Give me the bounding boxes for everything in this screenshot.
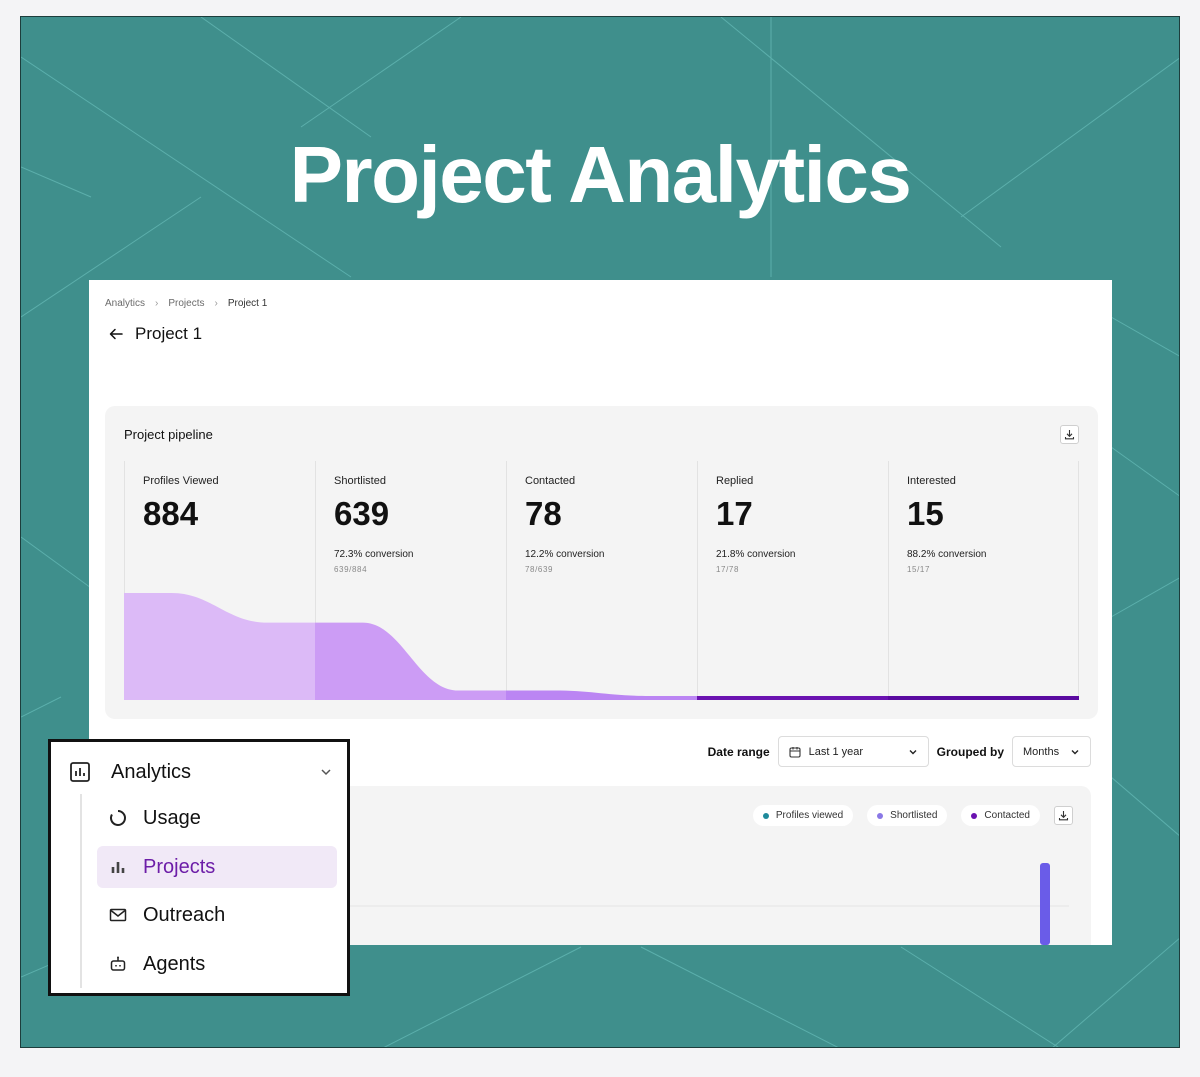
agents-icon bbox=[109, 955, 127, 973]
chart-bar bbox=[1040, 863, 1050, 945]
pipeline-panel: Project pipeline Profiles Viewed 884 Sho… bbox=[105, 406, 1098, 719]
breadcrumb-analytics[interactable]: Analytics bbox=[105, 298, 145, 309]
stage-label: Profiles Viewed bbox=[143, 475, 219, 487]
chevron-down-icon bbox=[908, 747, 918, 757]
chart-legend: Profiles viewed Shortlisted Contacted bbox=[752, 805, 1073, 826]
grouped-by-label: Grouped by bbox=[936, 744, 1004, 759]
legend-contacted[interactable]: Contacted bbox=[961, 805, 1040, 826]
stage-ratio: 78/639 bbox=[525, 565, 554, 574]
stage-value: 17 bbox=[716, 495, 753, 532]
projects-icon bbox=[109, 858, 127, 876]
sidebar-item-label: Agents bbox=[143, 952, 206, 975]
breadcrumb-current: Project 1 bbox=[227, 298, 268, 309]
page-title: Project 1 bbox=[135, 324, 203, 343]
legend-label: Profiles viewed bbox=[775, 810, 844, 821]
stage-value: 78 bbox=[525, 495, 562, 532]
grouped-by-select[interactable]: Months bbox=[1012, 736, 1091, 767]
breadcrumb-separator: › bbox=[214, 298, 218, 309]
funnel-segment bbox=[124, 593, 315, 700]
funnel-segment bbox=[697, 696, 888, 700]
stage-conversion: 12.2% conversion bbox=[525, 549, 605, 560]
breadcrumb-separator: › bbox=[155, 298, 159, 309]
stage-label: Interested bbox=[907, 475, 956, 487]
hero-title: Project Analytics bbox=[289, 130, 912, 219]
grouped-by-value: Months bbox=[1023, 745, 1060, 758]
sidebar-analytics-menu: Analytics Usage Projects Outreach Agents bbox=[48, 739, 350, 996]
page-header: Project 1 bbox=[109, 324, 202, 344]
sidebar-item-projects[interactable]: Projects bbox=[97, 846, 337, 888]
usage-icon bbox=[109, 809, 127, 827]
legend-dot bbox=[877, 812, 884, 819]
sidebar-item-label: Outreach bbox=[143, 903, 226, 926]
stage-ratio: 15/17 bbox=[907, 565, 931, 574]
stage-value: 15 bbox=[907, 495, 944, 532]
download-icon bbox=[1058, 810, 1069, 821]
breadcrumb: Analytics › Projects › Project 1 bbox=[105, 298, 267, 309]
trend-chart bbox=[299, 863, 1069, 945]
sidebar-item-label: Projects bbox=[143, 855, 216, 878]
funnel-segment bbox=[888, 696, 1079, 700]
legend-shortlisted[interactable]: Shortlisted bbox=[867, 805, 948, 826]
trend-chart-panel: Profiles viewed Shortlisted Contacted bbox=[299, 786, 1091, 945]
breadcrumb-projects[interactable]: Projects bbox=[168, 298, 204, 309]
download-icon bbox=[1064, 429, 1075, 440]
stage-value: 639 bbox=[334, 495, 390, 532]
sidebar-item-usage[interactable]: Usage bbox=[97, 797, 337, 839]
legend-profiles-viewed[interactable]: Profiles viewed bbox=[752, 805, 854, 826]
legend-label: Shortlisted bbox=[890, 810, 938, 821]
stage-label: Shortlisted bbox=[334, 475, 386, 487]
chart-download-button[interactable] bbox=[1054, 806, 1073, 825]
date-range-value: Last 1 year bbox=[808, 745, 864, 758]
stage-ratio: 17/78 bbox=[716, 565, 740, 574]
legend-dot bbox=[971, 812, 978, 819]
sidebar-item-outreach[interactable]: Outreach bbox=[97, 894, 337, 936]
stage-conversion: 21.8% conversion bbox=[716, 549, 796, 560]
legend-label: Contacted bbox=[984, 810, 1030, 821]
arrow-left-icon[interactable] bbox=[109, 327, 123, 341]
analytics-icon bbox=[69, 761, 91, 783]
pipeline-funnel-chart bbox=[124, 593, 1079, 700]
mail-icon bbox=[109, 906, 127, 924]
funnel-segment bbox=[506, 690, 697, 700]
calendar-icon bbox=[789, 746, 801, 758]
chevron-down-icon bbox=[1070, 747, 1080, 757]
stage-ratio: 639/884 bbox=[334, 565, 368, 574]
chevron-down-icon[interactable] bbox=[319, 765, 333, 779]
sidebar-item-agents[interactable]: Agents bbox=[97, 943, 337, 985]
stage-label: Contacted bbox=[525, 475, 576, 487]
analytics-section-label: Analytics bbox=[111, 760, 192, 783]
date-range-select[interactable]: Last 1 year bbox=[777, 736, 929, 767]
sidebar-item-label: Usage bbox=[143, 806, 201, 829]
pipeline-download-button[interactable] bbox=[1060, 425, 1079, 444]
legend-dot bbox=[762, 812, 769, 819]
stage-label: Replied bbox=[716, 475, 754, 487]
stage-conversion: 72.3% conversion bbox=[334, 549, 414, 560]
analytics-section-header[interactable]: Analytics bbox=[69, 758, 333, 786]
date-range-label: Date range bbox=[707, 744, 770, 759]
funnel-segment bbox=[315, 622, 506, 700]
stage-value: 884 bbox=[143, 495, 199, 532]
menu-rail bbox=[80, 794, 82, 988]
pipeline-title: Project pipeline bbox=[124, 427, 213, 442]
stage-conversion: 88.2% conversion bbox=[907, 549, 987, 560]
chart-filters: Date range Last 1 year Grouped by Months bbox=[708, 736, 1091, 767]
